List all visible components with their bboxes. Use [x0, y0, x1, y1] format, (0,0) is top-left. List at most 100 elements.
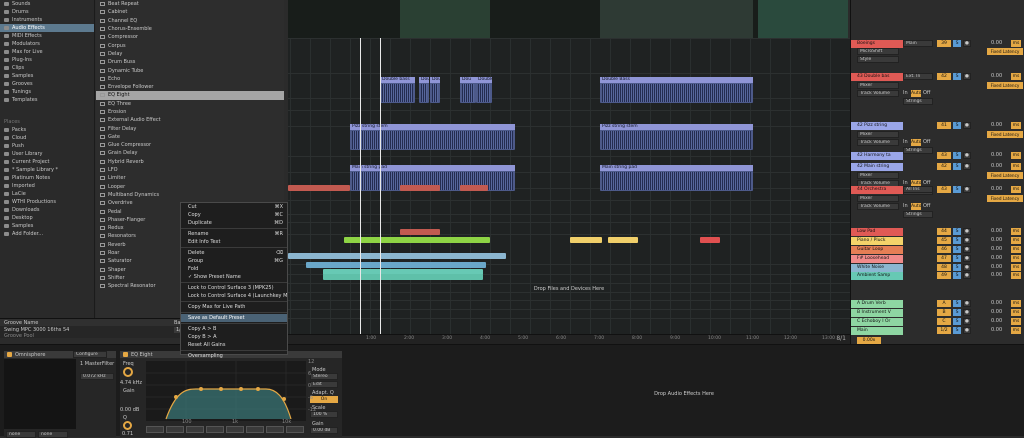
browser-place[interactable]: Add Folder...	[0, 230, 94, 238]
browser-category[interactable]: Modulators	[0, 40, 94, 48]
browser-item[interactable]: LFO	[96, 166, 284, 174]
track-delay[interactable]: 0.00	[991, 122, 1002, 128]
browser-item[interactable]: Beat Repeat	[96, 0, 284, 8]
timeline-clip[interactable]	[570, 237, 602, 243]
arrangement-drop-zone[interactable]: Drop Files and Devices Here	[288, 282, 850, 296]
browser-item[interactable]: Dynamic Tube	[96, 66, 284, 74]
timeline-clip[interactable]	[288, 253, 506, 259]
browser-item[interactable]: Glue Compressor	[96, 141, 284, 149]
track-name[interactable]: Main	[851, 327, 903, 335]
track-lane[interactable]	[288, 200, 850, 201]
mixer-track[interactable]: Guitar Loop 46 S ● 0.00 ms	[851, 246, 1024, 254]
eq-band-selectors[interactable]	[146, 425, 306, 433]
arm-button[interactable]: ●	[963, 309, 971, 316]
band-button[interactable]	[186, 425, 204, 433]
browser-category[interactable]: Clips	[0, 64, 94, 72]
mixer-track[interactable]: Low Pad 44 S ● 0.00 ms	[851, 228, 1024, 236]
track-delay[interactable]: 0.00	[991, 327, 1002, 333]
track-name[interactable]: 44 Orchestra	[851, 186, 903, 194]
track-delay[interactable]: 0.00	[991, 264, 1002, 270]
track-lane[interactable]	[288, 156, 850, 157]
track-delay[interactable]: 0.00	[991, 237, 1002, 243]
menu-item[interactable]: Rename ⌘R	[181, 230, 287, 238]
browser-category[interactable]: Instruments	[0, 16, 94, 24]
track-lane[interactable]	[288, 110, 850, 111]
menu-item[interactable]: Save as Default Preset	[181, 314, 287, 322]
browser-item[interactable]: Chorus-Ensemble	[96, 25, 284, 33]
menu-item[interactable]: Duplicate ⌘D	[181, 219, 287, 227]
timeline-clip[interactable]	[400, 185, 440, 191]
browser-place[interactable]: Desktop	[0, 214, 94, 222]
track-lane[interactable]	[288, 318, 850, 319]
device-drop-zone[interactable]: Drop Audio Effects Here	[346, 351, 1022, 437]
filter-value[interactable]: 0.072 kHz	[80, 373, 114, 380]
monitor-auto[interactable]: Auto	[911, 203, 921, 210]
mixer-track[interactable]: 42 Main string 42 S ● 0.00 ms	[851, 163, 1024, 171]
track-input-type[interactable]: Mixer	[857, 82, 899, 89]
arm-button[interactable]: ●	[963, 272, 971, 279]
timeline-clip[interactable]	[323, 274, 483, 280]
track-name[interactable]: 42 Pizz string	[851, 122, 903, 130]
track-group-select[interactable]: Strings	[903, 98, 933, 105]
solo-button[interactable]: S	[953, 40, 961, 47]
track-routing[interactable]: All Ins	[903, 186, 933, 193]
browser-category[interactable]: Tunings	[0, 88, 94, 96]
audio-clip[interactable]: Dou	[430, 77, 440, 103]
menu-item[interactable]: Lock to Control Surface 3 (MPK25)	[181, 284, 287, 292]
browser-place[interactable]: User Library	[0, 150, 94, 158]
track-name[interactable]: F# Loosehead	[851, 255, 903, 263]
filter-param[interactable]: 1 MasterFilter	[80, 361, 114, 367]
arm-button[interactable]: ●	[963, 73, 971, 80]
configure-button[interactable]: Configure	[73, 351, 107, 358]
mixer-track[interactable]: Boeings Main 39 S ● 0.00 ms	[851, 40, 1024, 48]
track-name[interactable]: Low Pad	[851, 228, 903, 236]
browser-item[interactable]: Drum Buss	[96, 58, 284, 66]
track-name[interactable]: 43 Double bas	[851, 73, 903, 81]
track-lane[interactable]	[288, 300, 850, 301]
track-delay[interactable]: 0.00	[991, 309, 1002, 315]
mixer-track[interactable]: A Drum Verb A S ● 0.00 ms	[851, 300, 1024, 308]
solo-button[interactable]: S	[953, 152, 961, 159]
browser-place[interactable]: Imported	[0, 182, 94, 190]
browser-category[interactable]: Samples	[0, 72, 94, 80]
browser-place[interactable]: Platinum Notes	[0, 174, 94, 182]
mode-select[interactable]: Stereo	[310, 373, 338, 380]
track-delay[interactable]: 0.00	[991, 152, 1002, 158]
browser-category[interactable]: Sounds	[0, 0, 94, 8]
track-volume[interactable]: 41	[937, 122, 951, 129]
arrangement-view[interactable]: Double bassDouDouDouDoubleDouble BassPiz…	[288, 38, 850, 334]
audio-clip[interactable]: Main string pad	[600, 165, 753, 191]
browser-item[interactable]: Delay	[96, 50, 284, 58]
track-delay[interactable]: 0.00	[991, 318, 1002, 324]
track-volume[interactable]: 44	[937, 228, 951, 235]
browser-place[interactable]: Current Project	[0, 158, 94, 166]
track-delay[interactable]: 0.00	[991, 246, 1002, 252]
band-button[interactable]	[226, 425, 244, 433]
solo-button[interactable]: S	[953, 163, 961, 170]
power-icon[interactable]	[123, 352, 128, 357]
browser-item[interactable]: Echo	[96, 75, 284, 83]
track-volume[interactable]: 45	[937, 237, 951, 244]
freq-knob[interactable]	[123, 367, 133, 377]
track-lane[interactable]	[288, 222, 850, 223]
track-lane[interactable]	[288, 98, 850, 99]
mixer-track[interactable]: Piano / Pluck 45 S ● 0.00 ms	[851, 237, 1024, 245]
browser-place[interactable]: Packs	[0, 126, 94, 134]
browser-place[interactable]: Samples	[0, 222, 94, 230]
track-volume[interactable]: C	[937, 318, 951, 325]
adapt-q-toggle[interactable]: On	[310, 396, 338, 403]
timeline-clip[interactable]	[344, 237, 490, 243]
arm-button[interactable]: ●	[963, 122, 971, 129]
band-button[interactable]	[246, 425, 264, 433]
track-input-type[interactable]: Mixer	[857, 172, 899, 179]
browser-item[interactable]: Cabinet	[96, 8, 284, 16]
audio-clip[interactable]: Pizz string stem	[350, 124, 515, 150]
browser-item[interactable]: Channel EQ	[96, 17, 284, 25]
browser-item[interactable]: Multiband Dynamics	[96, 191, 284, 199]
track-volume[interactable]: 46	[937, 246, 951, 253]
time-ruler[interactable]: 8/1 1:00 2:00 3:00 4:00 5:00 6:00 7:00 8:00 9:00…	[288, 334, 873, 344]
mixer-track[interactable]: White Noise 48 S ● 0.00 ms	[851, 264, 1024, 272]
browser-category[interactable]: Drums	[0, 8, 94, 16]
mixer-track[interactable]: 42 Pizz string 41 S ● 0.00 ms	[851, 122, 1024, 130]
browser-place[interactable]: WTHI Productions	[0, 198, 94, 206]
